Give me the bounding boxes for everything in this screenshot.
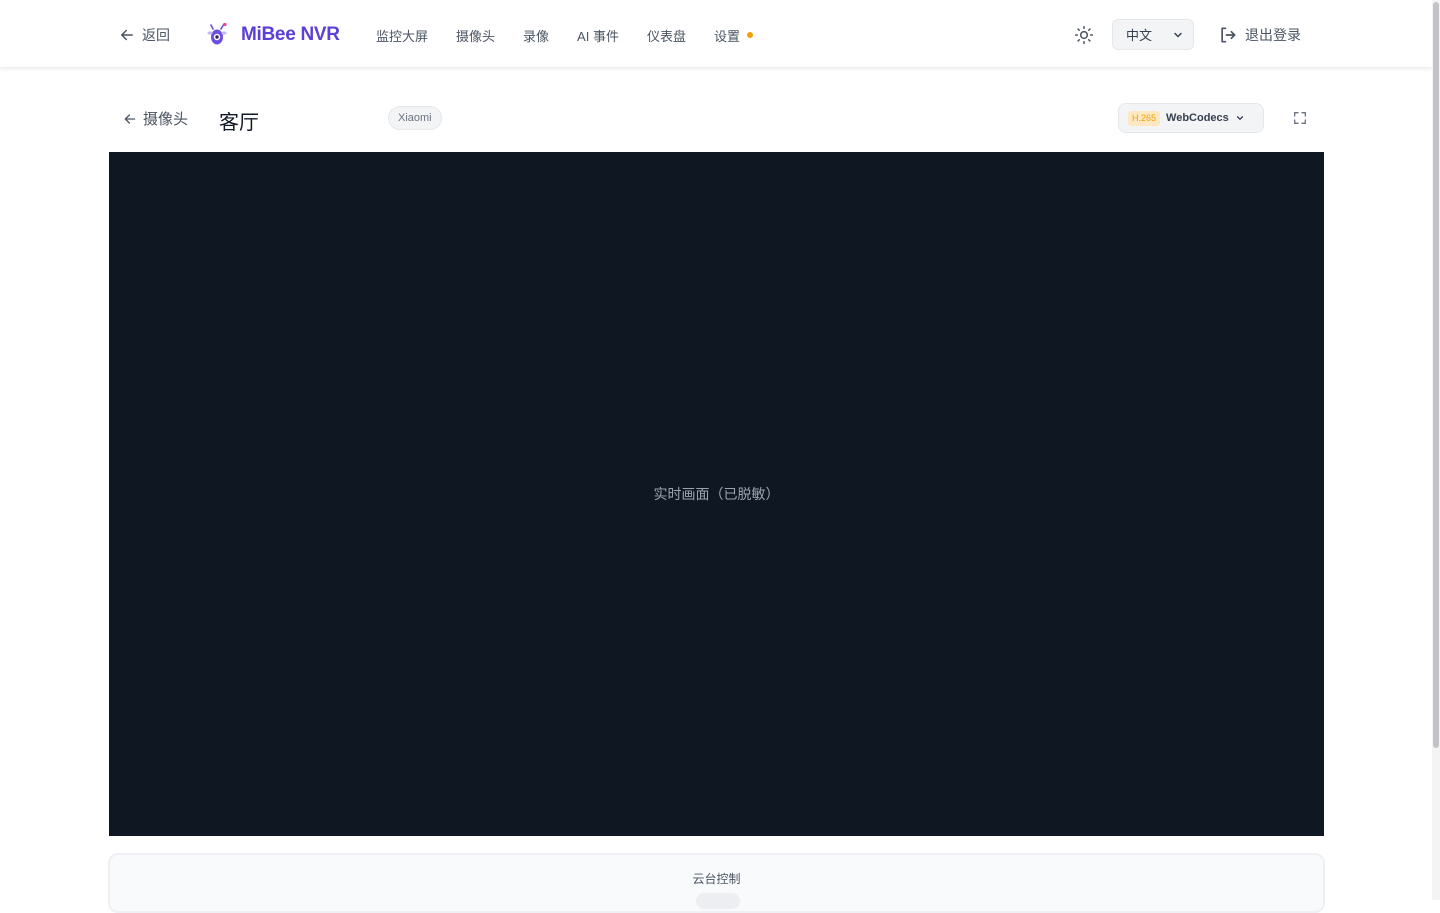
nav-item-dashboard[interactable]: 仪表盘 [647, 26, 686, 45]
back-to-cameras-button[interactable]: 摄像头 [122, 108, 188, 129]
fullscreen-icon [1294, 112, 1306, 124]
back-button[interactable]: 返回 [118, 24, 170, 46]
ptz-panel-title: 云台控制 [692, 872, 741, 886]
back-label: 返回 [142, 27, 170, 43]
notification-dot [746, 32, 753, 38]
language-select[interactable]: 中文 [1112, 19, 1194, 50]
arrow-left-icon [124, 113, 136, 124]
nav-item-ai-events[interactable]: AI 事件 [577, 26, 619, 45]
live-video-player[interactable]: 实时画面（已脱敏） [109, 152, 1324, 836]
nav-item-settings-label: 设置 [713, 28, 740, 44]
nav-item-cameras[interactable]: 摄像头 [456, 26, 495, 45]
nav-item-settings[interactable]: 设置 [714, 26, 753, 45]
logout-icon [1221, 27, 1236, 43]
logout-button[interactable]: 退出登录 [1218, 24, 1301, 46]
video-placeholder-text: 实时画面（已脱敏） [653, 486, 780, 502]
main-nav: 监控大屏 摄像头 录像 AI 事件 仪表盘 设置 [376, 24, 781, 46]
fullscreen-button[interactable] [1290, 108, 1310, 128]
camera-brand-badge: Xiaomi [388, 106, 442, 130]
camera-header: 摄像头 客厅 Xiaomi H.265 WebCodecs [0, 100, 1432, 140]
chevron-down-icon [1236, 116, 1243, 120]
theme-toggle-button[interactable] [1072, 23, 1096, 47]
language-value: 中文 [1126, 28, 1153, 43]
chevron-down-icon [1174, 32, 1182, 37]
bee-logo-icon [207, 22, 227, 45]
brand-name: MiBee NVR [241, 24, 340, 45]
decoder-value: WebCodecs [1166, 112, 1229, 124]
ptz-control-panel: 云台控制 [108, 853, 1325, 913]
nav-item-monitor-wall[interactable]: 监控大屏 [376, 26, 428, 45]
scrollbar-thumb[interactable] [1433, 2, 1439, 748]
arrow-left-icon [121, 29, 133, 41]
brand-home-link[interactable]: MiBee NVR [205, 20, 340, 50]
sun-icon [1074, 25, 1094, 45]
codec-badge: H.265 [1128, 110, 1161, 126]
top-navigation-bar: 返回 MiBee NVR 监控大屏 摄像头 录像 AI 事件 仪表盘 设置 中文… [0, 0, 1432, 68]
logout-label: 退出登录 [1245, 27, 1301, 43]
decoder-select[interactable]: H.265 WebCodecs [1118, 103, 1264, 133]
page-title: 客厅 [219, 112, 259, 134]
nav-item-recordings[interactable]: 录像 [523, 26, 549, 45]
back-to-cameras-label: 摄像头 [143, 111, 189, 128]
ptz-up-button[interactable] [696, 893, 740, 909]
